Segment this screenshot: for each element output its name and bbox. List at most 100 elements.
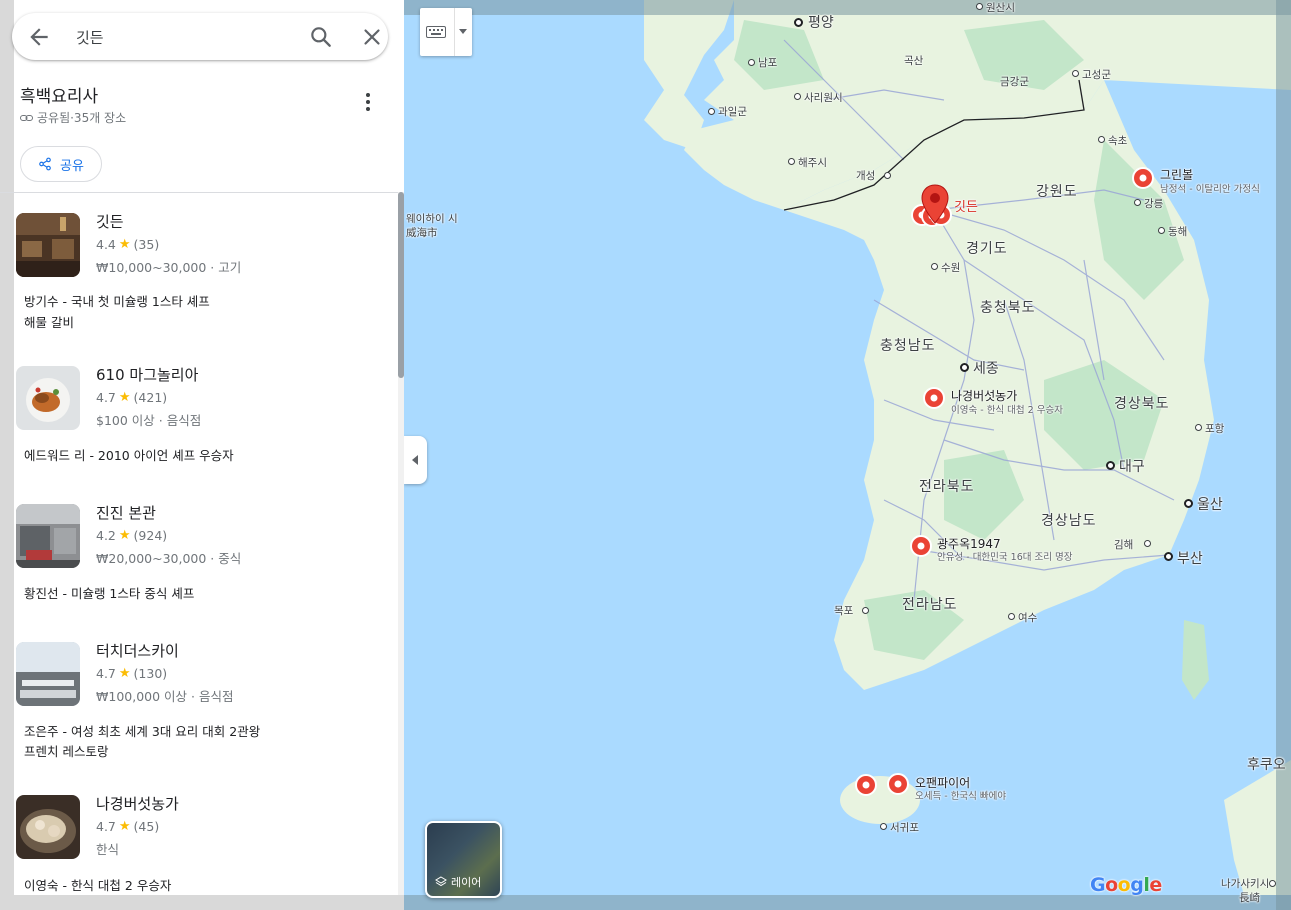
chevron-down-icon bbox=[459, 29, 467, 34]
city-label: 김해 bbox=[1114, 539, 1134, 551]
city-label: 長崎 bbox=[1239, 892, 1260, 904]
city-label: 과일군 bbox=[718, 106, 747, 118]
rating-value: 4.7 bbox=[96, 666, 116, 681]
map-edge bbox=[404, 0, 1291, 15]
list-item[interactable]: 나경버섯농가 4.7 ★ (45) 한식 이영숙 - 한식 대첩 2 우승자 bbox=[14, 795, 394, 905]
layers-label-wrap: 레이어 bbox=[435, 874, 481, 890]
list-item[interactable]: 터치더스카이 4.7 ★ (130) ₩100,000 이상 · 음식점 조은주 -… bbox=[14, 642, 394, 772]
province-label: 충청남도 bbox=[880, 338, 936, 354]
list-meta: 공유됨·35개 장소 bbox=[20, 109, 126, 126]
city-dot bbox=[1158, 227, 1165, 234]
city-label: 대구 bbox=[1119, 459, 1145, 475]
star-icon: ★ bbox=[118, 819, 131, 834]
city-label: 사리원시 bbox=[804, 92, 843, 104]
city-dot bbox=[1195, 424, 1202, 431]
map-terrain bbox=[404, 0, 1291, 910]
province-label: 경기도 bbox=[966, 241, 1008, 257]
map-pin[interactable] bbox=[886, 772, 910, 796]
place-photo bbox=[16, 642, 80, 706]
list-meta-text: 공유됨·35개 장소 bbox=[37, 111, 127, 125]
review-count: (45) bbox=[133, 819, 160, 834]
map-canvas[interactable]: 평양 원산시 남포 곡산 사리원시 금강군 고성군 과일군 속초 해주시 개성 … bbox=[404, 0, 1291, 910]
pin-sublabel: 안유성 - 대한민국 16대 조리 명장 bbox=[937, 552, 1073, 563]
city-label: 부산 bbox=[1177, 551, 1203, 567]
selected-pin-label[interactable]: 깃든 bbox=[954, 196, 978, 215]
layers-button[interactable]: 레이어 bbox=[425, 821, 502, 898]
city-dot bbox=[1098, 136, 1105, 143]
map-pin[interactable] bbox=[909, 534, 933, 558]
place-note: 이영숙 - 한식 대첩 2 우승자 bbox=[24, 878, 172, 893]
list-item[interactable]: 610 마그놀리아 4.7 ★ (421) $100 이상 · 음식점 에드워드 리… bbox=[14, 366, 394, 476]
city-label: 남포 bbox=[758, 57, 778, 69]
more-options-icon[interactable] bbox=[358, 90, 378, 114]
city-dot bbox=[1184, 499, 1193, 508]
layers-icon bbox=[435, 876, 447, 887]
city-label: 동해 bbox=[1168, 226, 1188, 238]
city-label: 평양 bbox=[808, 15, 834, 31]
city-label: 목포 bbox=[834, 605, 854, 617]
place-note: 에드워드 리 - 2010 아이언 셰프 우승자 bbox=[24, 448, 234, 463]
place-note-2: 해물 갈비 bbox=[24, 315, 74, 330]
map-pin[interactable] bbox=[922, 386, 946, 410]
place-rating: 4.7 ★ (45) bbox=[96, 819, 159, 834]
city-label: 수원 bbox=[941, 262, 961, 274]
back-arrow-icon[interactable] bbox=[26, 24, 52, 50]
rating-value: 4.4 bbox=[96, 237, 116, 252]
city-label: 威海市 bbox=[406, 227, 438, 239]
city-dot bbox=[884, 172, 891, 179]
place-photo bbox=[16, 213, 80, 277]
city-dot bbox=[960, 363, 969, 372]
map-pin[interactable] bbox=[854, 773, 878, 797]
city-dot bbox=[1072, 70, 1079, 77]
list-item[interactable]: 깃든 4.4 ★ (35) ₩10,000~30,000 · 고기 방기수 - 국내… bbox=[14, 213, 394, 343]
city-label: 강릉 bbox=[1144, 198, 1164, 210]
collapse-panel-button[interactable] bbox=[404, 436, 427, 484]
star-icon: ★ bbox=[118, 237, 131, 252]
place-rating: 4.7 ★ (130) bbox=[96, 666, 167, 681]
star-icon: ★ bbox=[118, 666, 131, 681]
place-price: ₩10,000~30,000 · 고기 bbox=[96, 260, 242, 275]
list-item[interactable]: 진진 본관 4.2 ★ (924) ₩20,000~30,000 · 중식 황진선 … bbox=[14, 504, 394, 614]
city-label: 나가사키시 bbox=[1221, 878, 1270, 890]
city-dot bbox=[1008, 613, 1015, 620]
side-panel: 흑백요리사 공유됨·35개 장소 공유 깃든 4.4★(35) ₩10,000~… bbox=[0, 0, 404, 910]
map-pin[interactable] bbox=[1131, 166, 1155, 190]
place-name[interactable]: 나경버섯농가 bbox=[96, 793, 179, 814]
place-name[interactable]: 터치더스카이 bbox=[96, 640, 179, 661]
keyboard-shortcuts-button[interactable] bbox=[420, 8, 472, 56]
city-dot bbox=[976, 3, 983, 10]
place-photo bbox=[16, 795, 80, 859]
city-label: 포항 bbox=[1205, 423, 1225, 435]
city-dot bbox=[708, 108, 715, 115]
city-label: 서귀포 bbox=[890, 822, 919, 834]
google-logo: Google bbox=[1090, 874, 1162, 896]
city-dot bbox=[1106, 461, 1115, 470]
city-dot bbox=[794, 93, 801, 100]
share-button[interactable]: 공유 bbox=[20, 146, 102, 182]
city-dot bbox=[748, 59, 755, 66]
place-note: 황진선 - 미슐랭 1스타 중식 셰프 bbox=[24, 586, 195, 601]
place-rating: 4.4 ★ (35) bbox=[96, 237, 159, 252]
city-label: 원산시 bbox=[986, 2, 1015, 14]
place-photo bbox=[16, 504, 80, 568]
city-label: 세종 bbox=[973, 361, 999, 377]
place-note-2: 프렌치 레스토랑 bbox=[24, 744, 109, 759]
place-rating: 4.2 ★ (924) bbox=[96, 528, 167, 543]
city-label: 개성 bbox=[856, 170, 876, 182]
place-name[interactable]: 610 마그놀리아 bbox=[96, 364, 198, 385]
link-icon bbox=[20, 114, 33, 121]
place-note: 방기수 - 국내 첫 미슐랭 1스타 셰프 bbox=[24, 294, 210, 309]
place-rating: 4.7 ★ (421) bbox=[96, 390, 167, 405]
pin-sublabel: 남정석 - 이탈리안 가정식 bbox=[1160, 184, 1260, 195]
search-icon[interactable] bbox=[308, 24, 334, 50]
city-label: 속초 bbox=[1108, 135, 1128, 147]
review-count: (421) bbox=[133, 390, 168, 405]
place-name[interactable]: 진진 본관 bbox=[96, 502, 156, 523]
place-name[interactable]: 깃든 bbox=[96, 211, 124, 232]
city-dot bbox=[794, 18, 803, 27]
selected-pin-icon[interactable] bbox=[921, 184, 949, 224]
close-icon[interactable] bbox=[359, 24, 385, 50]
place-price: 한식 bbox=[96, 842, 120, 857]
divider bbox=[0, 192, 404, 193]
search-input[interactable] bbox=[76, 25, 276, 49]
